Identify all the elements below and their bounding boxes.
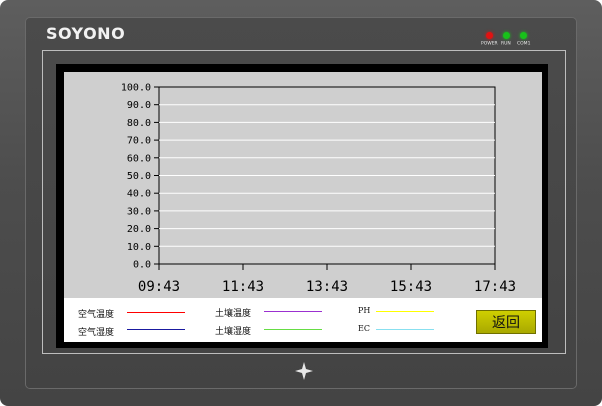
x-tick-label: 09:43 [138,279,180,295]
y-tick-label: 70.0 [127,136,151,147]
y-tick-label: 40.0 [127,189,151,200]
x-tick-label: 13:43 [306,279,348,295]
back-button[interactable]: 返回 [476,310,536,334]
legend-line-soil-temperature [264,311,322,312]
legend-label-soil-temperature: 土壤温度 [215,309,252,319]
y-tick-label: 50.0 [127,171,151,182]
trend-chart: 100.0 90.0 80.0 70.0 60.0 50.0 40.0 30.0 20.0 10.… [121,83,516,296]
y-tick-label: 20.0 [127,224,151,235]
y-tick-label: 60.0 [127,153,151,164]
y-tick-label: 100.0 [121,83,151,94]
legend-label-air-temperature: 空气温度 [78,310,115,320]
legend-line-air-humidity [127,329,185,330]
x-tick-label: 17:43 [474,279,516,295]
brand-star-icon [295,362,313,380]
legend-label-soil-humidity: 土壤湿度 [215,327,252,337]
legend-panel [64,298,542,342]
legend-label-ph: PH [358,306,371,315]
legend-line-ph [376,311,434,312]
legend-line-ec [376,329,434,330]
y-tick-label: 0.0 [133,260,151,271]
legend-line-soil-humidity [264,329,322,330]
x-tick-label: 15:43 [390,279,432,295]
y-tick-label: 90.0 [127,100,151,111]
y-tick-label: 30.0 [127,206,151,217]
x-tick-label: 11:43 [222,279,264,295]
legend-label-air-humidity: 空气湿度 [78,328,115,338]
legend-label-ec: EC [358,324,370,333]
legend-line-air-temperature [127,312,185,313]
y-tick-label: 10.0 [127,242,151,253]
y-tick-label: 80.0 [127,118,151,129]
